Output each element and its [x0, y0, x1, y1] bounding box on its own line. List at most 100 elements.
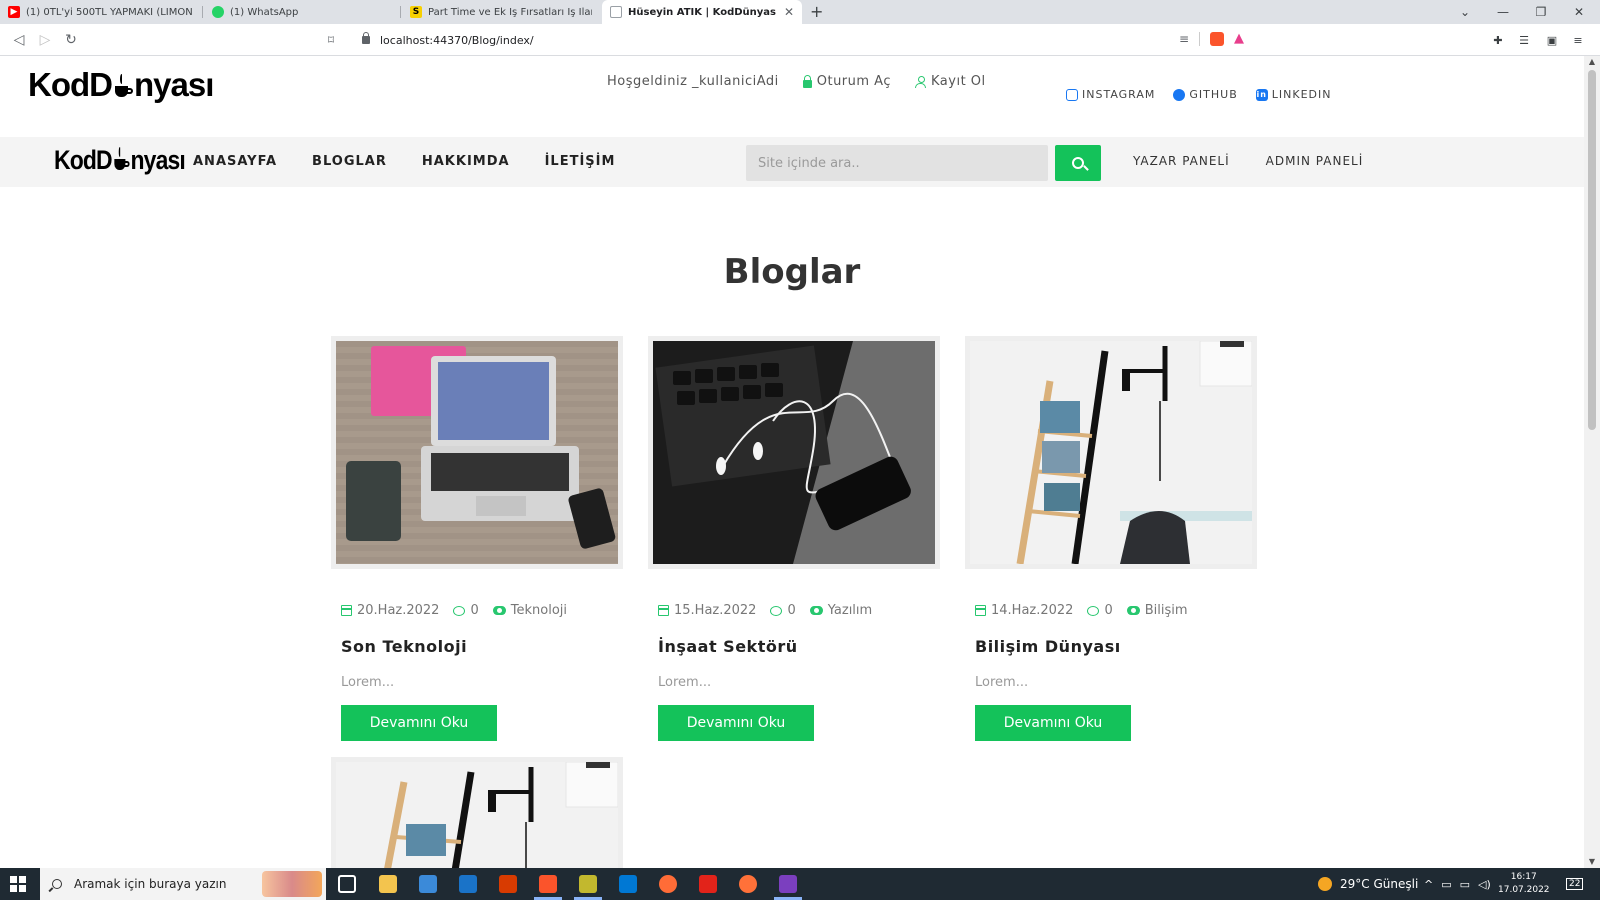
firefox-icon[interactable]: [739, 875, 757, 893]
browser-toolbar: ◁ ▷ ↻ ⌑ localhost:44370/Blog/index/ ≡ ▲ …: [0, 24, 1600, 56]
nav-contact[interactable]: İLETİŞİM: [545, 154, 616, 169]
store-icon[interactable]: [419, 875, 437, 893]
playlist-icon[interactable]: ☰: [1516, 32, 1532, 48]
restore-button[interactable]: ❐: [1522, 0, 1560, 24]
reload-icon[interactable]: ↻: [60, 29, 82, 51]
task-view-icon[interactable]: [338, 875, 356, 893]
scrollbar-thumb[interactable]: [1588, 70, 1596, 430]
eye-icon: [492, 606, 506, 615]
file-explorer-icon[interactable]: [379, 875, 397, 893]
forward-icon[interactable]: ▷: [34, 29, 56, 51]
blog-image[interactable]: [648, 336, 940, 569]
blog-title[interactable]: İnşaat Sektörü: [658, 637, 940, 656]
address-bar[interactable]: localhost:44370/Blog/index/ ≡ ▲: [352, 28, 1250, 52]
sublime-icon[interactable]: [579, 875, 597, 893]
chevron-up-icon[interactable]: ^: [1424, 878, 1433, 891]
browser-tab[interactable]: S Part Time ve Ek İş Fırsatları İş İlanl…: [402, 0, 600, 24]
menu-icon[interactable]: ≡: [1570, 32, 1586, 48]
close-window-button[interactable]: ✕: [1560, 0, 1598, 24]
blog-category[interactable]: Teknoloji: [492, 603, 567, 618]
browser-tab[interactable]: ▶ (1) 0TL'yi 500TL YAPMAKI (LİMON SATARA…: [0, 0, 202, 24]
social-links: INSTAGRAM GITHUB in LINKEDIN: [1066, 88, 1331, 101]
author-panel-link[interactable]: YAZAR PANELİ: [1133, 154, 1230, 168]
user-icon: [915, 75, 926, 88]
vscode-icon[interactable]: [619, 875, 637, 893]
weather-widget[interactable]: 29°C Güneşli: [1318, 868, 1418, 900]
blog-image[interactable]: [965, 336, 1257, 569]
blog-title[interactable]: Son Teknoloji: [341, 637, 623, 656]
blog-image[interactable]: [331, 336, 623, 569]
bookmark-icon[interactable]: ⌑: [320, 29, 342, 51]
blog-excerpt: Lorem...: [658, 675, 712, 690]
blog-date: 20.Haz.2022: [341, 603, 439, 618]
postman-icon[interactable]: [659, 875, 677, 893]
notification-center-icon[interactable]: 22: [1566, 868, 1584, 900]
taskbar-search-text: Aramak için buraya yazın: [74, 877, 227, 891]
site-top-bar: KodD nyası Hoşgeldiniz _kullaniciAdi Otur…: [0, 56, 1584, 137]
office-icon[interactable]: [499, 875, 517, 893]
calendar-icon: [658, 605, 669, 616]
new-tab-button[interactable]: +: [810, 2, 823, 21]
browser-tab[interactable]: (1) WhatsApp: [204, 0, 400, 24]
brave-browser-icon[interactable]: [539, 875, 557, 893]
register-link[interactable]: Kayıt Ol: [915, 74, 986, 89]
laptop-desk-image: [336, 341, 618, 564]
nav-about[interactable]: HAKKIMDA: [422, 154, 510, 169]
url-text[interactable]: localhost:44370/Blog/index/: [380, 34, 534, 47]
browser-tab-active[interactable]: Hüseyin ATIK | KodDünyası ✕: [602, 0, 802, 24]
back-icon[interactable]: ◁: [8, 29, 30, 51]
monitor-icon[interactable]: ▭: [1460, 878, 1470, 891]
blog-category[interactable]: Yazılım: [809, 603, 872, 618]
network-icon[interactable]: ▭: [1441, 878, 1451, 891]
brave-rewards-icon[interactable]: ▲: [1234, 31, 1244, 46]
nav-blogs[interactable]: BLOGLAR: [312, 154, 387, 169]
instagram-link[interactable]: INSTAGRAM: [1066, 88, 1155, 101]
page-scrollbar[interactable]: ▲ ▼: [1584, 56, 1600, 868]
blog-meta: 20.Haz.2022 0 Teknoloji: [341, 603, 623, 618]
volume-icon[interactable]: ◁): [1478, 878, 1491, 891]
panel-links: YAZAR PANELİ ADMIN PANELİ: [1133, 154, 1363, 168]
search-icon: [52, 879, 62, 889]
search-button[interactable]: [1055, 145, 1101, 181]
wallet-icon[interactable]: ▣: [1544, 32, 1560, 48]
github-link[interactable]: GITHUB: [1173, 88, 1237, 101]
extensions-icon[interactable]: ✚: [1490, 32, 1506, 48]
taskbar-search[interactable]: Aramak için buraya yazın: [40, 868, 326, 900]
blog-card: [331, 757, 623, 868]
read-more-button[interactable]: Devamını Oku: [658, 705, 814, 741]
anydesk-icon[interactable]: [699, 875, 717, 893]
main-menu: ANASAYFA BLOGLAR HAKKIMDA İLETİŞİM: [193, 154, 615, 169]
calendar-icon: [975, 605, 986, 616]
blog-date: 14.Haz.2022: [975, 603, 1073, 618]
comment-icon: [453, 605, 466, 616]
comment-icon: [770, 605, 783, 616]
brave-shields-icon[interactable]: [1210, 31, 1224, 46]
blog-card: 15.Haz.2022 0 Yazılım İnşaat Sektörü Lor…: [648, 336, 940, 741]
clock[interactable]: 16:17 17.07.2022: [1498, 871, 1550, 897]
read-more-button[interactable]: Devamını Oku: [341, 705, 497, 741]
blog-date: 15.Haz.2022: [658, 603, 756, 618]
tab-search-icon[interactable]: ⌄: [1446, 0, 1484, 24]
user-area: Hoşgeldiniz _kullaniciAdi Oturum Aç Kayı…: [607, 74, 986, 89]
nav-home[interactable]: ANASAYFA: [193, 154, 277, 169]
reader-mode-icon[interactable]: ≡: [1179, 32, 1189, 46]
blog-category[interactable]: Bilişim: [1126, 603, 1188, 618]
blog-card: 14.Haz.2022 0 Bilişim Bilişim Dünyası Lo…: [965, 336, 1257, 741]
site-search-input[interactable]: [746, 145, 1048, 181]
page-viewport: KodD nyası Hoşgeldiniz _kullaniciAdi Otur…: [0, 56, 1584, 868]
eye-icon: [809, 606, 823, 615]
blog-title[interactable]: Bilişim Dünyası: [975, 637, 1257, 656]
admin-panel-link[interactable]: ADMIN PANELİ: [1266, 154, 1364, 168]
linkedin-link[interactable]: in LINKEDIN: [1255, 88, 1332, 101]
navbar-logo[interactable]: KodD nyası: [54, 145, 186, 176]
ladder-shelf-image: [970, 341, 1252, 564]
mail-icon[interactable]: [459, 875, 477, 893]
close-tab-icon[interactable]: ✕: [776, 5, 794, 19]
login-link[interactable]: Oturum Aç: [802, 74, 891, 89]
site-logo[interactable]: KodD nyası: [28, 66, 214, 104]
blog-image[interactable]: [331, 757, 623, 868]
windows-start-icon[interactable]: [10, 876, 26, 892]
visual-studio-icon[interactable]: [779, 875, 797, 893]
read-more-button[interactable]: Devamını Oku: [975, 705, 1131, 741]
minimize-button[interactable]: —: [1484, 0, 1522, 24]
